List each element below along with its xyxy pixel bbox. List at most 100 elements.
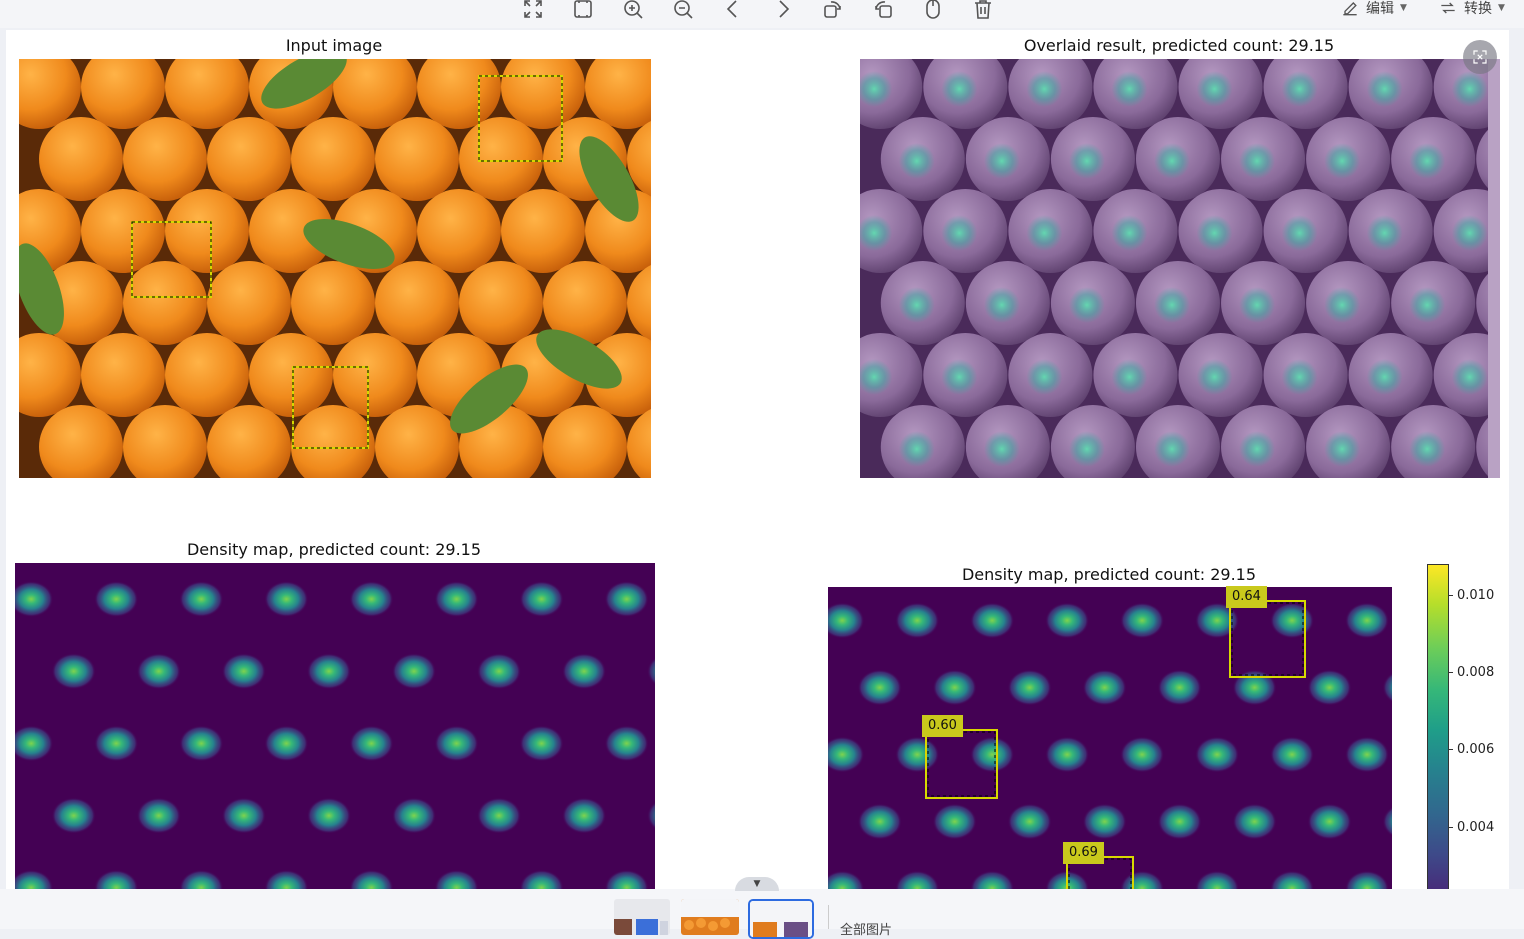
- density-peak: [895, 602, 940, 639]
- orange-fruit: [375, 117, 459, 201]
- orange-fruit: [81, 189, 165, 273]
- exemplar-score-1: 0.64: [1226, 586, 1267, 608]
- exemplar-score-2: 0.60: [922, 715, 963, 737]
- density-peak: [1082, 803, 1127, 840]
- next-icon[interactable]: [768, 0, 798, 24]
- edit-menu-label: 编辑: [1366, 1, 1394, 17]
- overlay-photo: [860, 59, 1500, 478]
- density-map: [15, 563, 655, 889]
- actual-size-icon[interactable]: [568, 0, 598, 24]
- overlay-hotspot: [1111, 71, 1148, 107]
- density-peak: [895, 736, 940, 773]
- density-peak: [1345, 736, 1390, 773]
- density-peak: [970, 602, 1015, 639]
- collapse-strip-button[interactable]: ▼: [735, 877, 779, 891]
- density-peak: [1045, 602, 1090, 639]
- density-peak: [1157, 669, 1202, 706]
- orange-fruit: [165, 333, 249, 417]
- overlay-hotspot: [1239, 143, 1276, 179]
- overlay-hotspot: [941, 215, 978, 251]
- orange-fruit: [39, 117, 123, 201]
- delete-icon[interactable]: [968, 0, 998, 24]
- density-peak: [264, 725, 309, 762]
- density-peak: [562, 797, 607, 834]
- overlay-hotspot: [1281, 215, 1318, 251]
- overlay-hotspot: [1196, 71, 1233, 107]
- fullscreen-button[interactable]: [1463, 40, 1497, 74]
- thumbnail-3-selected[interactable]: [748, 899, 814, 939]
- density-peak: [1007, 803, 1052, 840]
- overlay-hotspot: [1366, 71, 1403, 107]
- overlay-hotspot: [1281, 359, 1318, 395]
- orange-fruit: [501, 189, 585, 273]
- density-peak: [1232, 803, 1277, 840]
- convert-menu-label: 转换: [1464, 1, 1492, 17]
- density-peak: [264, 581, 309, 618]
- rotate-right-icon[interactable]: [868, 0, 898, 24]
- chevron-down-icon: ▼: [1400, 3, 1407, 13]
- thumbnail-1[interactable]: [614, 899, 670, 935]
- density-peak: [306, 653, 351, 690]
- density-peak: [477, 653, 522, 690]
- density-peak: [519, 725, 564, 762]
- orange-fruit: [207, 117, 291, 201]
- previous-icon[interactable]: [718, 0, 748, 24]
- fit-screen-icon[interactable]: [518, 0, 548, 24]
- density-peak: [1007, 669, 1052, 706]
- orange-fruit: [459, 117, 543, 201]
- thumbnail-2[interactable]: [681, 899, 739, 935]
- colorbar-tick: 0.008: [1448, 665, 1494, 680]
- edit-menu[interactable]: 编辑 ▼: [1340, 0, 1407, 19]
- density-heatmap: [15, 563, 655, 889]
- orange-fruit: [123, 117, 207, 201]
- density-peak: [1120, 602, 1165, 639]
- overlay-hotspot: [1409, 143, 1446, 179]
- mirror-icon[interactable]: [918, 0, 948, 24]
- zoom-out-icon[interactable]: [668, 0, 698, 24]
- zoom-in-icon[interactable]: [618, 0, 648, 24]
- density-peak: [179, 725, 224, 762]
- orange-fruit: [291, 117, 375, 201]
- fullscreen-icon: [1473, 50, 1487, 64]
- overlay-image: [860, 59, 1500, 478]
- density-peak: [1157, 803, 1202, 840]
- density-peak: [1045, 736, 1090, 773]
- colorbar: [1427, 564, 1449, 889]
- orange-fruit: [417, 189, 501, 273]
- overlay-hotspot: [1026, 71, 1063, 107]
- overlay-hotspot: [1366, 359, 1403, 395]
- overlay-hotspot: [1281, 71, 1318, 107]
- density-peak: [1307, 669, 1352, 706]
- orange-fruit: [333, 333, 417, 417]
- chevron-down-icon: ▼: [1498, 3, 1505, 13]
- convert-icon: [1441, 2, 1455, 14]
- density-peak: [857, 669, 902, 706]
- convert-menu[interactable]: 转换 ▼: [1438, 0, 1505, 19]
- density-map-with-exemplars: [828, 587, 1392, 889]
- density-peak: [94, 581, 139, 618]
- density-peak: [221, 797, 266, 834]
- overlay-hotspot: [898, 143, 935, 179]
- density-peak: [349, 581, 394, 618]
- density-peak: [604, 581, 649, 618]
- orange-fruit: [123, 261, 207, 345]
- orange-fruit: [207, 261, 291, 345]
- density-peak: [1195, 736, 1240, 773]
- separator: [828, 905, 829, 929]
- density-peak: [519, 581, 564, 618]
- input-image: [19, 59, 651, 478]
- density-peak: [51, 797, 96, 834]
- overlay-hotspot: [1451, 71, 1488, 107]
- overlay-hotspot: [1366, 215, 1403, 251]
- overlay-hotspot: [1153, 431, 1190, 467]
- edit-icon: [1343, 2, 1357, 16]
- overlay-hotspot: [1068, 143, 1105, 179]
- rotate-left-icon[interactable]: [818, 0, 848, 24]
- density-peak: [857, 803, 902, 840]
- overlay-hotspot: [1196, 359, 1233, 395]
- density-peak: [970, 736, 1015, 773]
- thumbnail-2-image: [681, 899, 739, 935]
- overlay-hotspot: [1409, 431, 1446, 467]
- density-peak: [349, 725, 394, 762]
- density-peak: [1270, 736, 1315, 773]
